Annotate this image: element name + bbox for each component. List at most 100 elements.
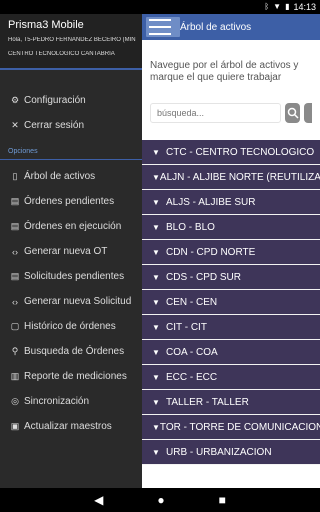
home-icon[interactable]: ● [157, 488, 164, 512]
drawer-item[interactable]: ◎ Sincronización [0, 389, 142, 414]
asset-row[interactable]: ▼ALJN - ALJIBE NORTE (REUTILIZADA) [142, 165, 320, 190]
report-icon: ▥ [10, 371, 20, 381]
drawer-item-label: Configuración [24, 95, 86, 106]
asset-label: CDN - CPD NORTE [166, 246, 256, 258]
chevron-down-icon: ▼ [152, 197, 160, 207]
center-name: CENTRO TECNOLOGICO CANTABRIA [8, 51, 115, 57]
chevron-down-icon: ▼ [152, 347, 160, 357]
asset-row[interactable]: ▼ CDN - CPD NORTE [142, 240, 320, 265]
drawer-item-label: Generar nueva OT [24, 246, 108, 257]
gear-icon: ⚙ [10, 95, 20, 105]
asset-label: ALJS - ALJIBE SUR [166, 196, 256, 208]
menu-button[interactable] [146, 17, 180, 37]
asset-label: ECC - ECC [166, 371, 218, 383]
drawer-item[interactable]: ⚙ Configuración [0, 88, 142, 113]
drawer-item[interactable]: ▤ Órdenes pendientes [0, 189, 142, 214]
asset-list: ▼ CTC - CENTRO TECNOLOGICO ▼ ALJN - ALJIBE … [142, 140, 320, 465]
asset-row[interactable]: ▼ CDS - CPD SUR [142, 265, 320, 290]
asset-row[interactable]: ▼ BLO - BLO [142, 215, 320, 240]
help-text: Navegue por el árbol de activos y marque… [150, 60, 299, 83]
drawer-item[interactable]: ✕ Cerrar sesión [0, 113, 142, 138]
main-content: Árbol de activos Navegue por el árbol de… [142, 14, 320, 488]
system-nav-bar: ◀ ● ■ [0, 488, 320, 512]
asset-label: CDS - CPD SUR [166, 271, 242, 283]
chevron-down-icon: ▼ [152, 397, 160, 407]
header-divider [0, 68, 142, 70]
sync-icon: ◎ [11, 396, 19, 406]
drawer-item-label: Órdenes en ejecución [24, 221, 122, 232]
list-icon: ▤ [10, 196, 20, 206]
recents-icon[interactable]: ■ [219, 488, 226, 512]
list-icon: ▤ [10, 271, 20, 281]
drawer-item[interactable]: ▢ Histórico de órdenes [0, 314, 142, 339]
chevron-down-icon: ▼ [152, 272, 160, 282]
code-icon: ‹› [12, 296, 18, 307]
asset-row[interactable]: ▼ URB - URBANIZACION [142, 440, 320, 465]
page-title: Árbol de activos [180, 21, 252, 33]
asset-label: BLO - BLO [166, 221, 215, 233]
drawer-item[interactable]: ▥ Reporte de mediciones [0, 364, 142, 389]
user-greeting: Hola, T5-PEDRO FERNANDEZ BECEIRO (MINSAI… [8, 37, 136, 43]
bluetooth-icon: ᛒ [264, 2, 270, 11]
chevron-down-icon: ▼ [152, 322, 160, 332]
navigation-drawer: Prisma3 Mobile Hola, T5-PEDRO FERNANDEZ … [0, 14, 142, 488]
app-name: Prisma3 Mobile [8, 19, 84, 31]
chevron-down-icon: ▼ [152, 222, 160, 232]
wifi-icon: ▼ [273, 2, 282, 11]
drawer-item-label: Generar nueva Solicitud [24, 296, 132, 307]
asset-label: COA - COA [166, 346, 218, 358]
battery-icon: ▮ [285, 2, 290, 11]
drawer-item[interactable]: ▣ Actualizar maestros [0, 414, 142, 439]
asset-label: CTC - CENTRO TECNOLOGICO [166, 146, 315, 158]
search-icon: ⚲ [11, 346, 19, 356]
drawer-item-label: Solicitudes pendientes [24, 271, 125, 282]
drawer-item[interactable]: ⚲ Busqueda de Órdenes [0, 339, 142, 364]
tree-icon: ▯ [12, 171, 18, 181]
back-icon[interactable]: ◀ [94, 488, 103, 512]
drawer-item[interactable]: ▤ Solicitudes pendientes [0, 264, 142, 289]
asset-label: TOR - TORRE DE COMUNICACIONES [159, 421, 320, 433]
status-bar: ᛒ ▼ ▮ 14:13 [0, 0, 320, 14]
chevron-down-icon: ▼ [152, 172, 160, 182]
asset-row[interactable]: ▼ CIT - CIT [142, 315, 320, 340]
search-input[interactable] [150, 103, 281, 123]
extra-button[interactable] [304, 103, 312, 123]
asset-row[interactable]: ▼ TALLER - TALLER [142, 390, 320, 415]
chevron-down-icon: ▼ [152, 297, 160, 307]
drawer-item-label: Reporte de mediciones [24, 371, 127, 382]
drawer-top-items: ⚙ Configuración ✕ Cerrar sesión [0, 88, 142, 138]
app-bar: Árbol de activos [142, 14, 320, 40]
chevron-down-icon: ▼ [152, 422, 160, 432]
drawer-item-label: Órdenes pendientes [24, 196, 115, 207]
asset-label: ALJN - ALJIBE NORTE (REUTILIZADA) [159, 171, 320, 183]
drawer-item-label: Árbol de activos [24, 171, 96, 182]
code-icon: ‹› [12, 246, 18, 257]
search-icon [287, 107, 299, 119]
drawer-item-label: Cerrar sesión [24, 120, 85, 131]
drawer-item[interactable]: ‹› Generar nueva Solicitud [0, 289, 142, 314]
chevron-down-icon: ▼ [152, 247, 160, 257]
search-button[interactable] [285, 103, 301, 123]
drawer-item[interactable]: ▯ Árbol de activos [0, 164, 142, 189]
asset-row[interactable]: ▼ COA - COA [142, 340, 320, 365]
search-row [142, 100, 320, 126]
asset-row[interactable]: ▼ CEN - CEN [142, 290, 320, 315]
asset-row[interactable]: ▼ TOR - TORRE DE COMUNICACIONES [142, 415, 320, 440]
asset-row[interactable]: ▼ ECC - ECC [142, 365, 320, 390]
drawer-header: Prisma3 Mobile Hola, T5-PEDRO FERNANDEZ … [0, 14, 142, 68]
list-icon: ▤ [10, 221, 20, 231]
drawer-item-label: Sincronización [24, 396, 90, 407]
drawer-item[interactable]: ‹› Generar nueva OT [0, 239, 142, 264]
asset-label: URB - URBANIZACION [166, 446, 272, 458]
status-time: 14:13 [293, 2, 316, 12]
close-icon: ✕ [11, 120, 19, 130]
section-options: Opciones [0, 144, 142, 160]
asset-label: CEN - CEN [166, 296, 218, 308]
asset-row[interactable]: ▼ ALJS - ALJIBE SUR [142, 190, 320, 215]
history-icon: ▢ [10, 321, 20, 331]
asset-row[interactable]: ▼ CTC - CENTRO TECNOLOGICO [142, 140, 320, 165]
drawer-item-label: Actualizar maestros [24, 421, 112, 432]
chevron-down-icon: ▼ [152, 147, 160, 157]
hamburger-icon [149, 19, 171, 35]
drawer-item[interactable]: ▤ Órdenes en ejecución [0, 214, 142, 239]
